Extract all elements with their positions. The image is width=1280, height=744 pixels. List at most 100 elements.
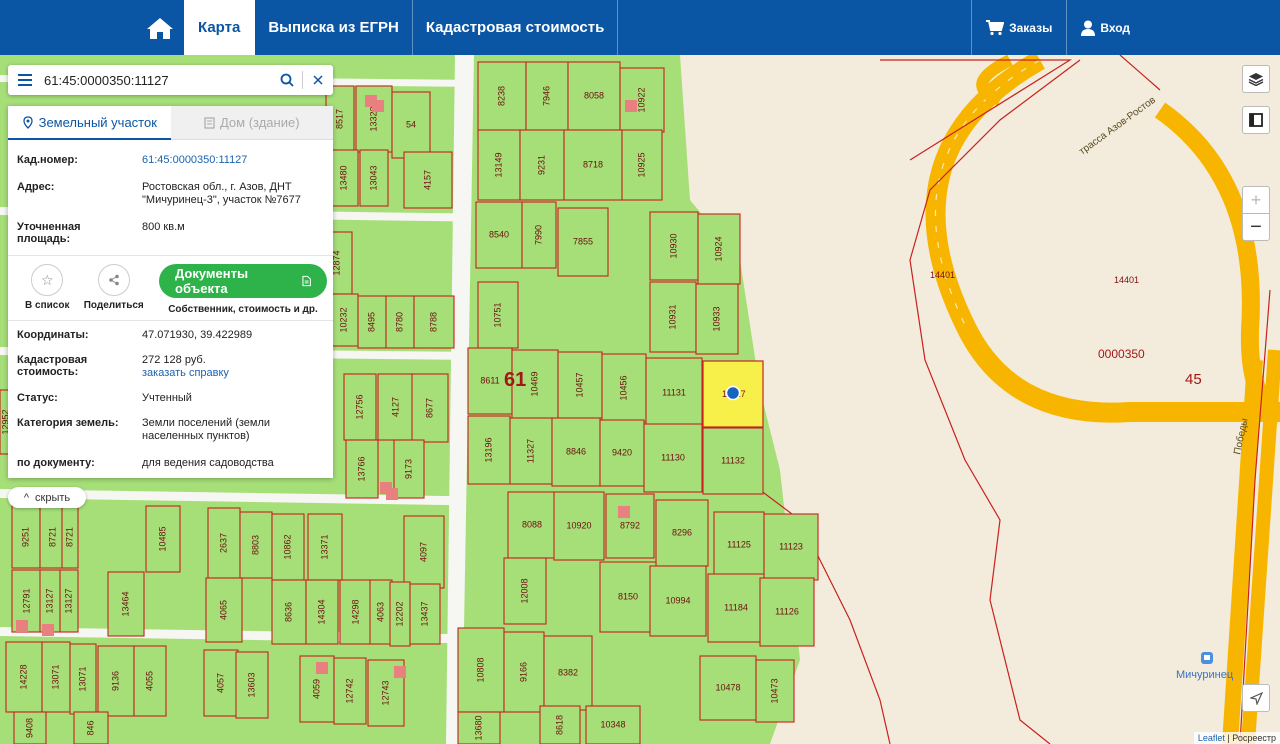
menu-button[interactable] — [8, 74, 42, 86]
parcel-label: 13071 — [50, 664, 60, 689]
district-label: 45 — [1185, 371, 1202, 388]
document-icon — [302, 275, 311, 287]
geolocate-button[interactable] — [1242, 684, 1270, 712]
topbar-filler — [618, 0, 973, 55]
area-label-1: Уточненная — [17, 221, 81, 233]
coords-label: Координаты: — [17, 329, 89, 341]
add-to-list-button[interactable]: ☆ В список — [14, 264, 81, 311]
tab-land-plot[interactable]: Земельный участок — [8, 106, 171, 140]
parcel-label: 4127 — [390, 397, 400, 417]
parcel-label: 10485 — [157, 526, 167, 551]
documents-button[interactable]: Документы объекта — [159, 264, 327, 298]
login-label: Вход — [1100, 20, 1130, 35]
docs-block: Документы объекта Собственник, стоимость… — [159, 264, 327, 315]
kad-label: Кад.номер: — [17, 154, 78, 166]
parcel-label: 4055 — [144, 671, 154, 691]
zoom-in-button[interactable]: + — [1242, 186, 1270, 214]
ruler-button[interactable] — [1242, 106, 1270, 134]
parcel-label: 12202 — [394, 601, 404, 626]
parcel-label: 13043 — [368, 165, 378, 190]
nav-tab-map[interactable]: Карта — [184, 0, 256, 55]
parcel-label: 8792 — [620, 520, 640, 530]
parcel-label: 54 — [406, 119, 416, 129]
category-line-1: Земли поселений (земли — [142, 417, 271, 429]
parcel-label: 9420 — [612, 447, 632, 457]
parcel-label: 13464 — [120, 591, 130, 616]
clear-search-button[interactable] — [303, 65, 333, 95]
info-row-kad: Кад.номер: 61:45:0000350:11127 — [8, 154, 333, 167]
chevron-up-icon: ^ — [23, 491, 30, 504]
share-label: Поделиться — [83, 300, 144, 311]
parcel-label: 8718 — [583, 159, 603, 169]
parcel-label: 13766 — [356, 456, 366, 481]
parcel-label: 10924 — [713, 236, 723, 261]
parcel-label: 11132 — [721, 455, 745, 465]
parcel-label: 4059 — [311, 679, 321, 699]
login-button[interactable]: Вход — [1067, 0, 1280, 55]
parcel-label: 8238 — [496, 86, 506, 106]
building-marker — [16, 620, 28, 632]
parcel-label: 10862 — [282, 534, 292, 559]
area-value: 800 кв.м — [142, 221, 185, 233]
parcel-label: 2637 — [218, 533, 228, 553]
parcel-label: 8495 — [366, 312, 376, 332]
station-label: Мичуринец — [1176, 669, 1234, 681]
nav-tab-egrn-extract[interactable]: Выписка из ЕГРН — [255, 0, 413, 55]
parcel-label: 10931 — [667, 304, 677, 329]
parcel-label: 4097 — [418, 542, 428, 562]
zoom-out-button[interactable]: − — [1242, 213, 1270, 241]
parcel-label: 13480 — [338, 165, 348, 190]
top-navigation-bar: Карта Выписка из ЕГРН Кадастровая стоимо… — [0, 0, 1280, 55]
parcel-label: 8636 — [283, 602, 293, 622]
parcel-label: 4065 — [218, 600, 228, 620]
orders-button[interactable]: Заказы — [972, 0, 1068, 55]
building-marker — [625, 100, 637, 112]
parcel-label: 4063 — [375, 602, 385, 622]
bus-stop-icon[interactable] — [1201, 652, 1213, 664]
parcel-label: 4157 — [422, 170, 432, 190]
address-line-2: "Мичуринец-3", участок №7677 — [142, 194, 301, 206]
home-button[interactable] — [136, 0, 184, 55]
layers-button[interactable] — [1242, 65, 1270, 93]
parcel-label: 11126 — [775, 606, 799, 616]
add-to-list-label: В список — [25, 300, 70, 311]
category-line-2: населенных пунктов) — [142, 430, 250, 442]
parcel-label: 11125 — [727, 539, 751, 549]
block-number-label: 61 — [504, 369, 526, 391]
parcel-label: 12008 — [519, 578, 529, 603]
kad-value[interactable]: 61:45:0000350:11127 — [142, 154, 324, 167]
parcel-label: 13371 — [319, 534, 329, 559]
parcel-label: 10751 — [492, 302, 502, 327]
leaflet-link[interactable]: Leaflet — [1198, 733, 1225, 743]
minus-icon: − — [1250, 215, 1262, 238]
parcel-label: 8150 — [618, 591, 638, 601]
big-parcel-left-label: 14401 — [930, 270, 955, 280]
hide-panel-button[interactable]: ^ скрыть — [8, 487, 86, 508]
parcel-label: 10930 — [668, 233, 678, 258]
area-label-2: площадь: — [17, 233, 71, 245]
documents-caption: Собственник, стоимость и др. — [168, 304, 318, 315]
map-attribution: Leaflet | Росреестр — [1193, 732, 1280, 744]
address-label: Адрес: — [17, 181, 55, 193]
nav-tab-cadastral-value[interactable]: Кадастровая стоимость — [413, 0, 619, 55]
tab-building[interactable]: Дом (здание) — [170, 106, 333, 140]
location-marker-icon[interactable] — [725, 385, 741, 401]
big-parcel-label: 14401 — [1114, 275, 1139, 285]
order-report-link[interactable]: заказать справку — [142, 367, 324, 380]
parcel-label: 11184 — [724, 602, 748, 612]
parcel-label: 8517 — [334, 109, 344, 129]
parcel-label: 10457 — [574, 372, 584, 397]
search-button[interactable] — [272, 65, 302, 95]
info-row-category: Категория земель: Земли поселений (земли… — [8, 417, 333, 443]
documents-button-label: Документы объекта — [175, 266, 249, 296]
parcel-label: 8803 — [250, 535, 260, 555]
parcel-label: 14228 — [18, 664, 28, 689]
parcel-label: 10933 — [711, 306, 721, 331]
parcel-label: 846 — [85, 720, 95, 735]
parcel-label: 8058 — [584, 90, 604, 100]
search-input[interactable] — [42, 72, 272, 88]
parcel-label: 10922 — [636, 87, 646, 112]
parcel-label: 9408 — [24, 718, 34, 738]
share-button[interactable]: Поделиться — [81, 264, 148, 311]
